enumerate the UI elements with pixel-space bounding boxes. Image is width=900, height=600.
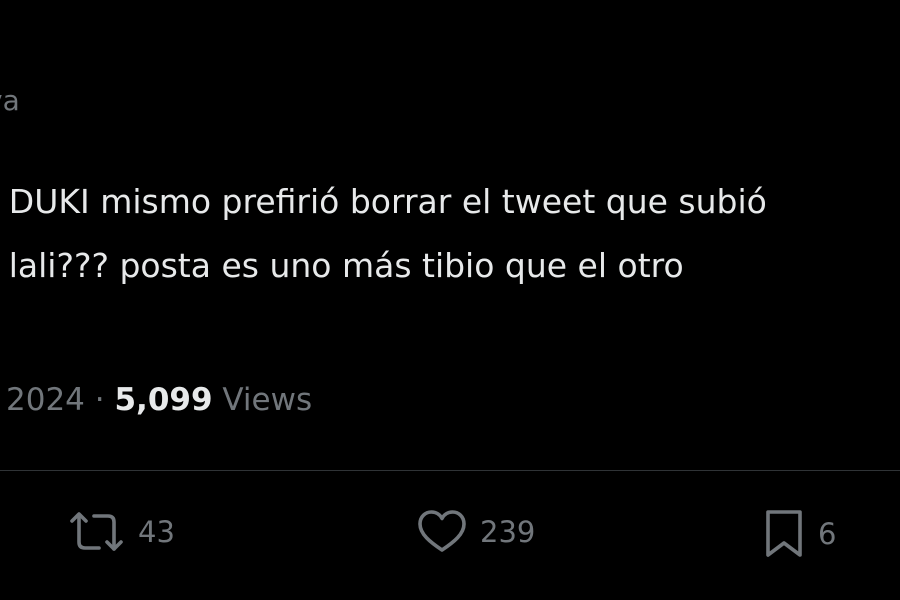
meta-separator: · [94, 382, 105, 418]
author-handle[interactable]: va [0, 84, 20, 117]
tweet-text: e DUKI mismo prefirió borrar el tweet qu… [0, 170, 767, 298]
author-handle-text: va [0, 84, 20, 117]
tweet-text-line-2: a lali??? posta es uno más tibio que el … [0, 246, 684, 285]
bookmark-icon [762, 508, 806, 560]
retweet-button[interactable]: 43 [68, 508, 175, 556]
action-bar: 43 239 6 [0, 500, 900, 570]
retweet-icon [68, 508, 126, 556]
bookmark-button[interactable]: 6 [762, 508, 836, 560]
views-label: Views [222, 382, 313, 418]
views-count: 5,099 [114, 382, 213, 418]
retweet-count: 43 [138, 515, 175, 549]
like-count: 239 [480, 515, 536, 549]
heart-icon [416, 508, 468, 556]
bookmark-count: 6 [818, 517, 837, 551]
tweet-meta: 2024 · 5,099 Views [6, 382, 312, 418]
tweet-text-line-1: e DUKI mismo prefirió borrar el tweet qu… [0, 182, 767, 221]
like-button[interactable]: 239 [416, 508, 535, 556]
divider [0, 470, 900, 471]
tweet-date[interactable]: 2024 [6, 382, 85, 418]
